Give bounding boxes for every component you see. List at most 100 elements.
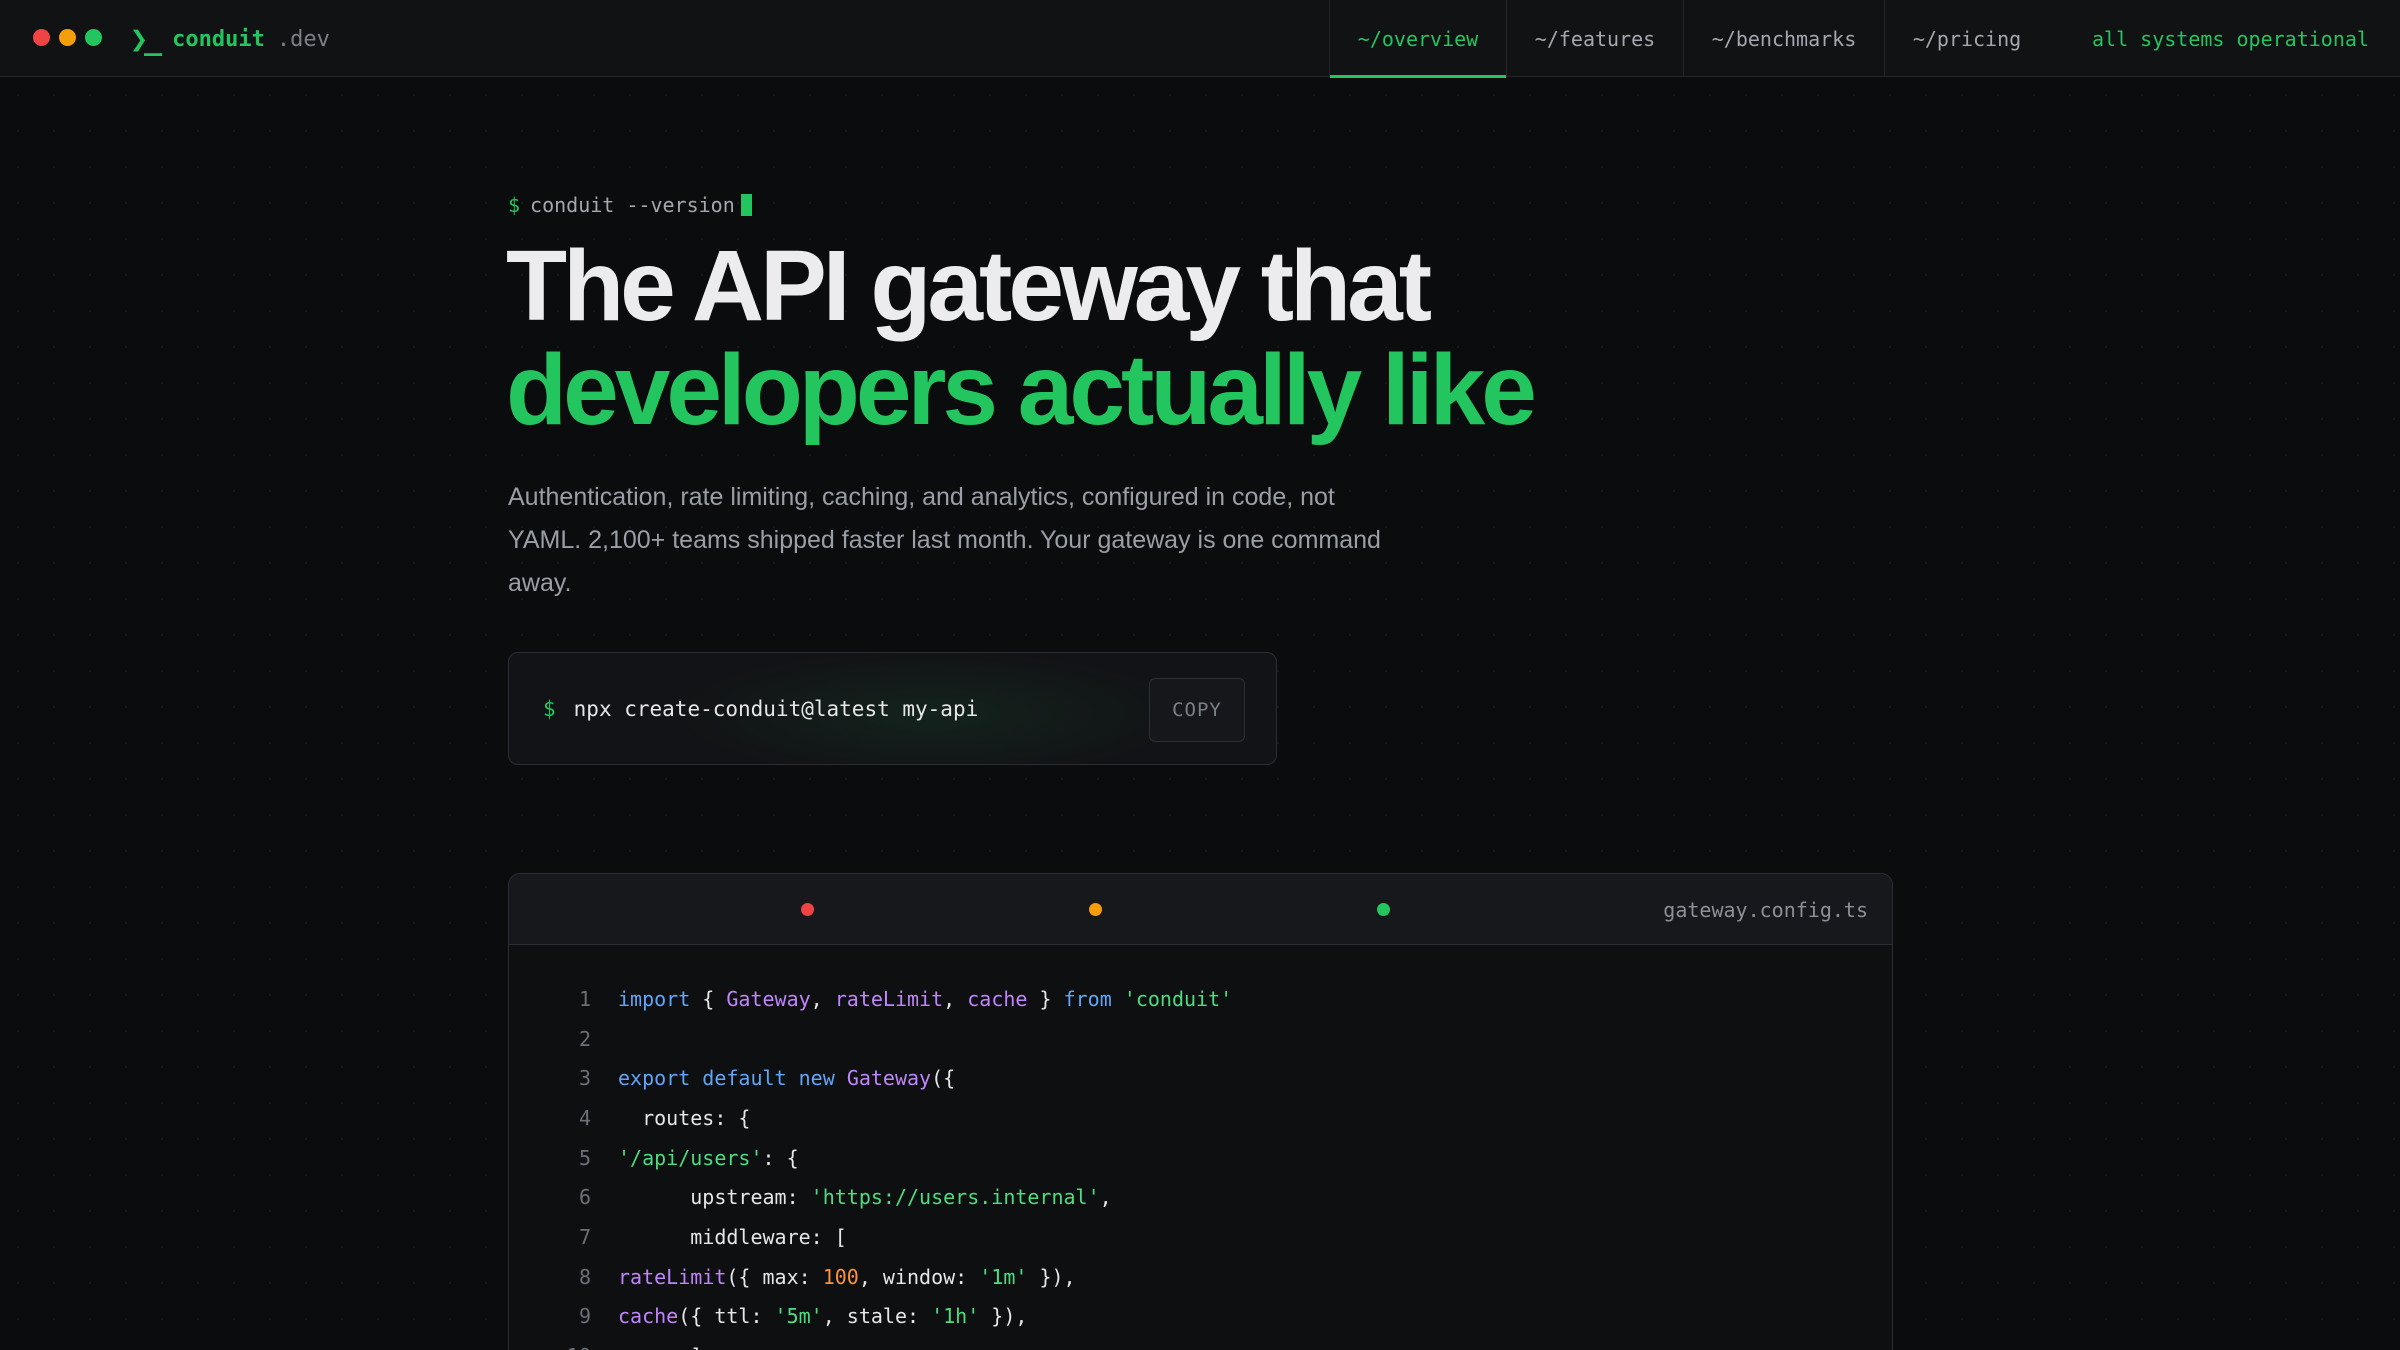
code-text: middleware: [	[591, 1225, 847, 1249]
code-token: routes: {	[618, 1105, 751, 1130]
line-number: 7	[578, 1224, 591, 1249]
code-token: export	[618, 1066, 691, 1091]
code-token: 'https://users.internal'	[810, 1185, 1100, 1210]
code-token: '5m'	[774, 1304, 823, 1329]
code-token: new	[798, 1066, 835, 1091]
code-token: cache	[967, 986, 1028, 1011]
code-token: }),	[979, 1304, 1028, 1329]
line-number: 5	[578, 1145, 591, 1170]
code-text: cache({ ttl: '5m', stale: '1h' }),	[591, 1304, 1027, 1328]
system-status: all systems operational	[2092, 26, 2369, 51]
code-token: : {	[762, 1145, 799, 1170]
headline-line-1: The API gateway that	[506, 230, 1432, 342]
code-token: ({	[931, 1066, 956, 1091]
code-token: upstream:	[618, 1185, 811, 1210]
code-line: 9 cache({ ttl: '5m', stale: '1h' }),	[509, 1297, 1892, 1337]
code-window-header: gateway.config.ts	[509, 874, 1892, 945]
code-token: middleware: [	[618, 1224, 847, 1249]
line-number: 9	[578, 1304, 591, 1329]
code-line: 10 ],	[509, 1336, 1892, 1350]
code-line: 4 routes: {	[509, 1098, 1892, 1138]
code-token: cache	[618, 1304, 679, 1329]
code-listing: 1 import { Gateway, rateLimit, cache } fr…	[509, 979, 1892, 1350]
maximize-window-dot[interactable]	[85, 29, 102, 46]
copy-button[interactable]: COPY	[1149, 678, 1245, 742]
blinking-cursor	[740, 194, 752, 216]
terminal-prompt-icon: ❯_	[130, 21, 162, 57]
hero-description: Authentication, rate limiting, caching, …	[508, 483, 1381, 597]
code-token: '1h'	[931, 1304, 980, 1329]
hero-headline: The API gateway that developers actually…	[506, 236, 1706, 444]
code-text: rateLimit({ max: 100, window: '1m' }),	[591, 1265, 1076, 1289]
top-bar: ❯_ conduit .dev ~/overview ~/features ~/…	[0, 0, 2400, 78]
minimize-window-dot[interactable]	[59, 29, 76, 46]
tab-features[interactable]: ~/features	[1506, 0, 1683, 77]
code-token: Gateway	[726, 986, 811, 1011]
code-window-red-dot	[801, 903, 814, 916]
code-window: gateway.config.ts 1 import { Gateway, rat…	[508, 873, 1893, 1350]
code-text: '/api/users': {	[591, 1146, 799, 1170]
prompt-symbol: $	[508, 193, 521, 217]
code-token: import	[618, 986, 691, 1011]
brand-logo-link[interactable]: ❯_ conduit .dev	[130, 21, 330, 57]
line-number: 1	[578, 986, 591, 1011]
main-nav: ~/overview ~/features ~/benchmarks ~/pri…	[1329, 0, 2049, 78]
code-token: '/api/users'	[618, 1145, 763, 1170]
code-token: ,	[810, 986, 835, 1011]
install-command: $ npx create-conduit@latest my-api	[543, 693, 978, 725]
code-token: ({ max:	[726, 1264, 823, 1289]
code-token: rateLimit	[834, 986, 944, 1011]
code-text: ],	[591, 1344, 714, 1350]
code-text: routes: {	[591, 1106, 750, 1130]
install-command-text[interactable]: npx create-conduit@latest my-api	[574, 697, 979, 721]
code-text: import { Gateway, rateLimit, cache } fro…	[591, 987, 1232, 1011]
code-token: ],	[618, 1344, 714, 1350]
close-window-dot[interactable]	[33, 29, 50, 46]
brand-name: conduit	[172, 26, 265, 52]
code-text: export default new Gateway({	[591, 1066, 955, 1090]
brand-tld: .dev	[276, 26, 330, 52]
code-filename: gateway.config.ts	[1663, 897, 1868, 922]
code-token: rateLimit	[618, 1264, 727, 1289]
prompt-command: conduit --version	[530, 193, 735, 217]
code-text: upstream: 'https://users.internal',	[591, 1185, 1112, 1210]
install-prompt-symbol: $	[543, 697, 556, 721]
tab-overview[interactable]: ~/overview	[1329, 0, 1506, 78]
headline-line-2: developers actually like	[506, 334, 1537, 446]
line-number: 2	[578, 1026, 591, 1051]
line-number: 3	[578, 1066, 591, 1091]
code-window-green-dot	[1377, 903, 1390, 916]
code-line: 2	[509, 1019, 1892, 1059]
code-token: ({ ttl:	[678, 1304, 775, 1329]
code-token: }	[1027, 986, 1064, 1011]
code-token: }),	[1027, 1264, 1076, 1289]
install-command-box: $ npx create-conduit@latest my-api COPY	[508, 652, 1277, 765]
line-number: 10	[509, 1344, 591, 1350]
code-token: ,	[1099, 1185, 1112, 1210]
tab-benchmarks[interactable]: ~/benchmarks	[1683, 0, 1884, 77]
line-number: 4	[578, 1105, 591, 1130]
tab-pricing[interactable]: ~/pricing	[1884, 0, 2049, 77]
code-line: 6 upstream: 'https://users.internal',	[509, 1177, 1892, 1217]
code-token: 'conduit'	[1123, 986, 1233, 1011]
code-window-yellow-dot	[1089, 903, 1102, 916]
code-token: default	[702, 1066, 787, 1091]
code-token: '1m'	[979, 1264, 1028, 1289]
window-controls	[33, 29, 102, 46]
code-line: 8 rateLimit({ max: 100, window: '1m' }),	[509, 1257, 1892, 1297]
code-line: 3 export default new Gateway({	[509, 1058, 1892, 1098]
code-line: 1 import { Gateway, rateLimit, cache } fr…	[509, 979, 1892, 1019]
code-line: 7 middleware: [	[509, 1217, 1892, 1257]
code-token: ,	[943, 986, 968, 1011]
code-token: , stale:	[822, 1304, 932, 1329]
code-token: Gateway	[846, 1066, 932, 1091]
version-prompt: $ conduit --version	[508, 190, 752, 220]
code-token: 100	[822, 1264, 859, 1289]
code-token: from	[1063, 986, 1112, 1011]
code-line: 5 '/api/users': {	[509, 1138, 1892, 1178]
code-token: , window:	[858, 1264, 980, 1289]
